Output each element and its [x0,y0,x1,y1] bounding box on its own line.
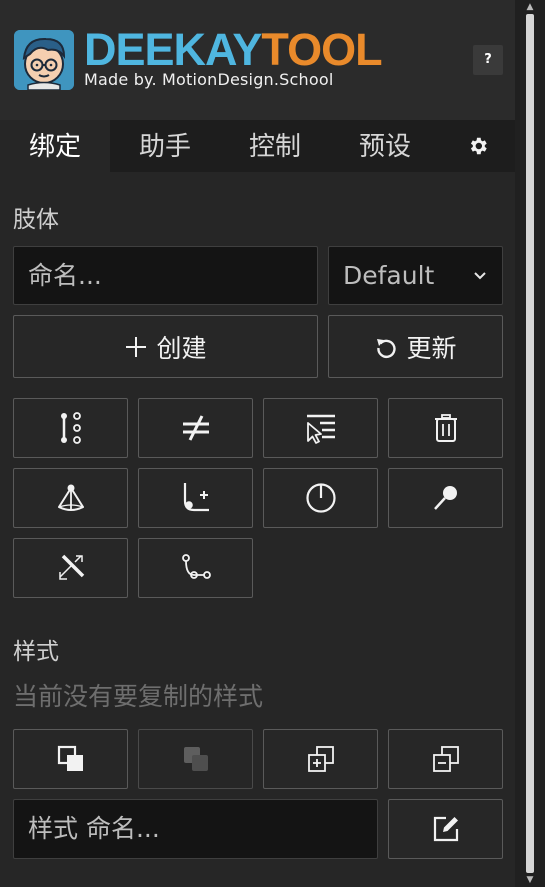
bezier-path-button[interactable] [138,538,253,598]
copy-style-button[interactable] [13,729,128,789]
pin-button[interactable] [388,468,503,528]
update-button[interactable]: 更新 [328,315,503,378]
trash-icon [434,414,457,442]
remove-style-button[interactable] [388,729,503,789]
not-equal-button[interactable] [138,398,253,458]
delete-button[interactable] [388,398,503,458]
plus-icon [126,336,147,357]
bezier-path-icon [181,554,211,579]
select-layers-button[interactable] [263,398,378,458]
copy-style-icon [57,745,83,771]
preset-select-value: Default [343,261,435,290]
add-style-button[interactable] [263,729,378,789]
no-style-message: 当前没有要复制的样式 [13,682,264,711]
tab-helper[interactable]: 助手 [110,120,220,172]
remove-style-icon [432,746,459,772]
pin-icon [433,486,457,510]
refresh-icon [377,338,397,358]
update-button-label: 更新 [406,333,457,363]
preset-select[interactable]: Default [328,246,503,305]
add-style-icon [307,746,334,772]
add-joint-button[interactable] [138,468,253,528]
header: DEEKAYTOOL Made by. MotionDesign.School … [0,0,515,120]
create-button-label: 创建 [156,333,207,363]
stretch-button[interactable] [13,538,128,598]
dial-button[interactable] [263,468,378,528]
help-button[interactable]: ? [473,45,503,75]
select-layers-icon [306,414,335,444]
tab-bar: 绑定 助手 控制 预设 [0,120,515,172]
cone-icon [57,484,84,511]
limb-section-title: 肢体 [13,207,59,233]
style-name-input[interactable]: 样式 命名... [13,799,378,859]
chevron-down-icon [474,272,486,280]
dial-icon [305,483,336,513]
bone-chain-button[interactable] [13,398,128,458]
style-section-title: 样式 [13,639,59,665]
logo-wordmark: DEEKAYTOOL [84,24,383,75]
scroll-down-icon[interactable]: ▼ [515,873,545,887]
stretch-icon [58,554,84,580]
create-button[interactable]: 创建 [13,315,318,378]
logo-tool-text: TOOL [261,24,382,75]
logo-subtitle: Made by. MotionDesign.School [84,70,334,89]
paste-style-button[interactable] [138,729,253,789]
style-name-placeholder: 样式 命名... [28,814,160,843]
edit-style-button[interactable] [388,799,503,859]
scroll-up-icon[interactable]: ▲ [515,0,545,14]
not-equal-icon [182,415,209,441]
vertical-scrollbar[interactable]: ▲ ▼ [515,0,545,887]
edit-icon [433,816,458,842]
logo-avatar [14,30,74,90]
tab-presets[interactable]: 预设 [330,120,440,172]
gear-icon [470,137,487,155]
logo-deekay-text: DEEKAY [84,24,262,75]
tab-control[interactable]: 控制 [220,120,330,172]
tab-rig[interactable]: 绑定 [0,120,110,172]
paste-style-icon [183,747,208,771]
tab-settings[interactable] [440,120,515,172]
limb-name-input[interactable]: 命名... [13,246,318,305]
limb-name-placeholder: 命名... [28,261,102,290]
scrollbar-thumb[interactable] [526,14,534,873]
cone-button[interactable] [13,468,128,528]
add-joint-icon [183,483,209,512]
bone-chain-icon [60,412,81,444]
deekay-panel: DEEKAYTOOL Made by. MotionDesign.School … [0,0,515,887]
